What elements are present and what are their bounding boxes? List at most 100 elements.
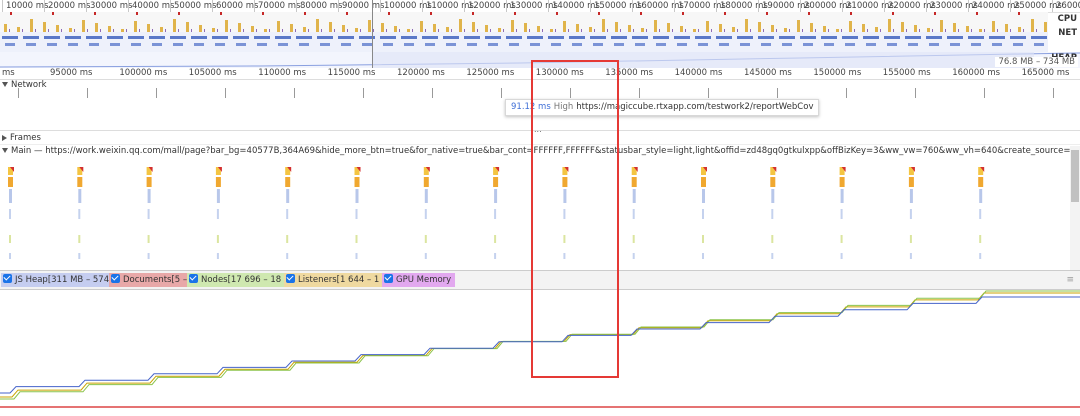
task-block xyxy=(424,189,428,203)
net-overview[interactable] xyxy=(0,32,1048,52)
cpu-spike xyxy=(186,22,189,32)
net-request-bar xyxy=(446,43,456,46)
cpu-spike xyxy=(342,25,345,32)
cpu-activity-chart xyxy=(4,12,1050,32)
task-block xyxy=(771,235,774,243)
long-task-marker xyxy=(220,12,222,15)
long-task-marker xyxy=(766,12,768,15)
cpu-label: CPU xyxy=(1057,14,1077,24)
cpu-overview[interactable] xyxy=(0,12,1050,32)
net-request-bar xyxy=(212,36,228,39)
network-request xyxy=(708,88,709,98)
net-activity-chart xyxy=(2,36,1047,46)
net-request-bar xyxy=(971,43,981,46)
checkbox-icon xyxy=(111,274,120,283)
net-request-bar xyxy=(107,36,123,39)
frames-track-label: Frames xyxy=(10,133,41,143)
long-task-marker xyxy=(724,12,726,15)
cpu-spike xyxy=(615,22,618,32)
overview-ruler-tick: 70000 ms xyxy=(254,0,300,12)
net-request-bar xyxy=(947,36,963,39)
checkbox-icon xyxy=(189,274,198,283)
task-block xyxy=(631,177,637,187)
net-request-bar xyxy=(65,36,81,39)
expand-arrow-icon xyxy=(2,82,8,87)
overview-ruler-tick: 90000 ms xyxy=(338,0,384,12)
network-request xyxy=(87,88,88,98)
net-request-bar xyxy=(173,43,183,46)
task-block xyxy=(424,253,427,259)
net-request-bar xyxy=(26,43,36,46)
task-block xyxy=(424,209,427,219)
task-block xyxy=(702,253,704,259)
network-track-header[interactable]: Network xyxy=(2,80,47,90)
net-request-bar xyxy=(488,43,498,46)
long-task-marker xyxy=(304,12,306,15)
task-block xyxy=(424,235,427,243)
cpu-spike xyxy=(433,24,436,32)
net-request-bar xyxy=(131,43,141,46)
long-task-marker xyxy=(52,12,54,15)
task-block xyxy=(494,235,497,243)
selection-left-handle[interactable] xyxy=(372,0,373,68)
cpu-spike xyxy=(745,19,748,32)
net-request-bar xyxy=(740,43,750,46)
task-block xyxy=(147,209,150,219)
task-block xyxy=(909,253,912,259)
net-request-bar xyxy=(254,36,270,39)
cpu-spike xyxy=(810,23,813,32)
gpu-memory-checkbox[interactable]: GPU Memory xyxy=(382,273,456,287)
net-request-bar xyxy=(635,43,645,46)
task-block xyxy=(77,177,83,187)
net-request-bar xyxy=(509,43,519,46)
cpu-spike xyxy=(1044,22,1047,32)
long-task-marker xyxy=(892,12,894,15)
net-request-bar xyxy=(842,36,858,39)
net-request-bar xyxy=(719,43,729,46)
cpu-spike xyxy=(940,20,943,32)
cpu-spike xyxy=(43,22,46,32)
cpu-spike xyxy=(1005,24,1008,32)
net-request-bar xyxy=(1034,43,1044,46)
net-request-bar xyxy=(527,36,543,39)
cpu-spike xyxy=(524,23,527,32)
net-request-bar xyxy=(5,43,15,46)
task-block xyxy=(839,177,845,187)
network-request xyxy=(846,88,847,98)
main-ruler-tick: 95000 ms xyxy=(50,68,93,78)
main-ruler-tick: 155000 ms xyxy=(882,68,931,78)
net-request-bar xyxy=(572,43,582,46)
net-request-bar xyxy=(824,43,834,46)
net-request-bar xyxy=(551,43,561,46)
net-request-bar xyxy=(380,36,396,39)
net-request-bar xyxy=(1013,43,1023,46)
expand-arrow-icon xyxy=(2,148,8,153)
net-request-bar xyxy=(317,36,333,39)
gpu-memory-label: GPU Memory xyxy=(396,275,452,285)
cpu-spike xyxy=(56,25,59,32)
documents-counter-line xyxy=(0,406,1080,408)
task-block xyxy=(494,253,497,259)
heap-range: 76.8 MB – 734 MB xyxy=(995,57,1078,67)
net-request-bar xyxy=(215,43,225,46)
net-request-bar xyxy=(299,43,309,46)
net-request-bar xyxy=(866,43,876,46)
net-request-bar xyxy=(590,36,606,39)
long-task-marker xyxy=(136,12,138,15)
task-block xyxy=(702,235,704,243)
task-block xyxy=(78,253,81,259)
menu-icon[interactable]: ≡ xyxy=(1066,275,1074,285)
scrollbar-thumb[interactable] xyxy=(1071,150,1079,202)
task-block xyxy=(840,189,844,203)
task-block xyxy=(216,209,219,219)
network-request xyxy=(501,88,502,98)
collapse-arrow-icon xyxy=(2,134,7,141)
checkbox-icon xyxy=(3,274,12,283)
long-task-marker xyxy=(472,12,474,15)
main-ruler-tick: ms xyxy=(2,68,15,78)
net-request-bar xyxy=(737,36,753,39)
net-request-bar xyxy=(194,43,204,46)
cpu-spike xyxy=(758,22,761,32)
task-block xyxy=(840,253,843,259)
net-request-bar xyxy=(464,36,480,39)
